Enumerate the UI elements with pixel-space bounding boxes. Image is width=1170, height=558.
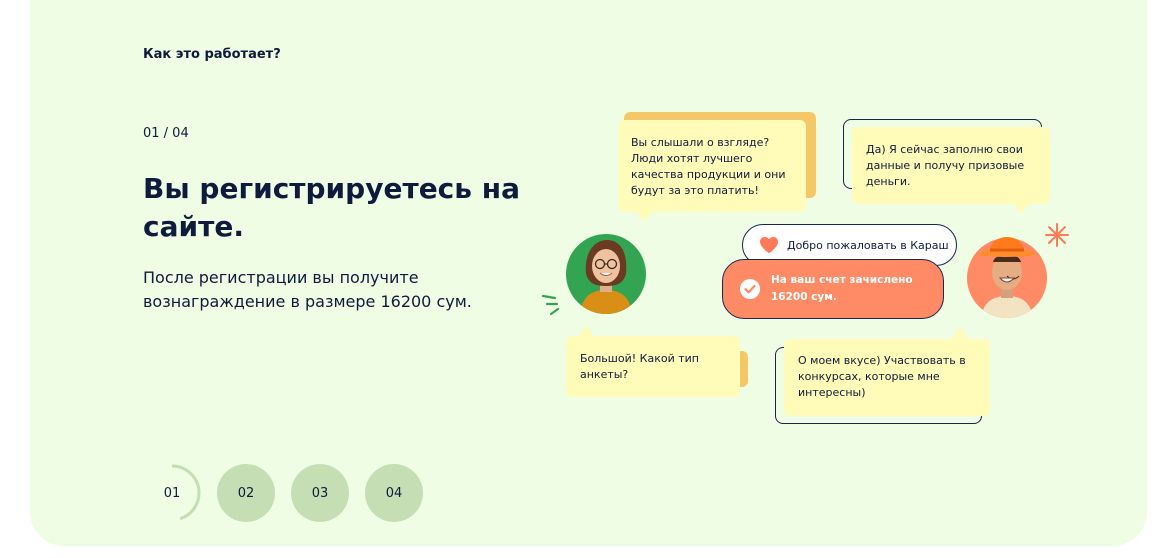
welcome-text: Добро пожаловать в Караш	[787, 238, 949, 252]
step-description: После регистрации вы получите вознагражд…	[143, 268, 472, 311]
check-circle-icon	[740, 279, 760, 299]
bubble-tail	[578, 325, 594, 337]
step-heading: Вы регистрируетесь на сайте.	[143, 172, 520, 243]
bubble-tail	[1013, 203, 1029, 214]
step-button-03[interactable]: 03	[291, 464, 349, 522]
chat-bubble-woman-1: Вы слышали о взгляде? Люди хотят лучшего…	[618, 120, 806, 212]
chat-bubble-man-2: О моем вкусе) Участвовать в конкурсах, к…	[784, 339, 990, 416]
step-button-04[interactable]: 04	[365, 464, 423, 522]
step-label: 02	[237, 485, 255, 501]
step-button-01[interactable]: 01	[143, 464, 201, 522]
step-label: 04	[385, 485, 403, 501]
credited-text: На ваш счет зачислено 16200 сум.	[771, 274, 913, 303]
bubble-tail	[952, 327, 968, 339]
woman-avatar	[566, 234, 646, 314]
step-label: 01	[163, 485, 181, 501]
heart-icon	[760, 236, 778, 254]
step-navigation: 01 02 03 04	[143, 464, 423, 522]
sparkle-icon	[1045, 223, 1069, 247]
sparkle-icon	[541, 294, 560, 316]
chat-bubble-man-1: Да) Я сейчас заполню свои данные и получ…	[852, 127, 1050, 204]
section-title: Как это работает?	[143, 47, 281, 62]
chat-bubble-woman-2: Большой! Какой тип анкеты?	[566, 336, 740, 397]
hat-icon	[978, 237, 1036, 257]
bubble-tail	[635, 211, 653, 222]
step-label: 03	[311, 485, 329, 501]
step-counter: 01 / 04	[143, 126, 189, 141]
credited-notification: На ваш счет зачислено 16200 сум.	[722, 259, 944, 319]
step-button-02[interactable]: 02	[217, 464, 275, 522]
